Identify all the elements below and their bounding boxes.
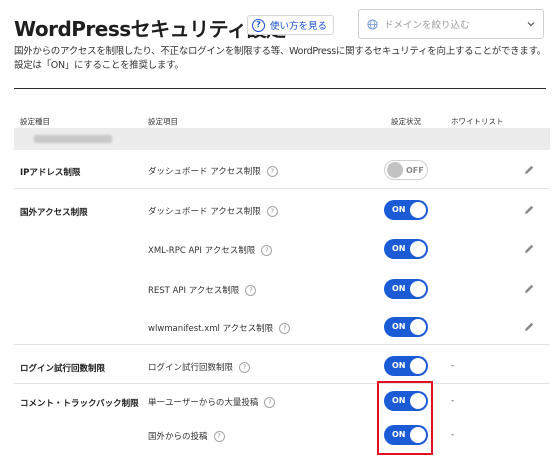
row-divider — [14, 188, 550, 189]
pencil-icon[interactable] — [523, 283, 535, 295]
toggle-state-label: OFF — [406, 166, 424, 175]
setting-item-label: wlwmanifest.xml アクセス制限? — [148, 322, 291, 334]
help-link[interactable]: ? 使い方を見る — [247, 15, 335, 35]
page-description: 国外からのアクセスを制限したり、不正なログインを制限する等、WordPressに… — [14, 45, 550, 73]
toggle-knob — [387, 162, 403, 178]
setting-item-label: REST API アクセス制限? — [148, 284, 257, 296]
toggle-switch[interactable]: ON — [384, 239, 428, 259]
setting-item-label: 国外からの投稿? — [148, 430, 225, 442]
category-comment-trackback: コメント・トラックバック制限 — [20, 399, 139, 409]
pencil-icon[interactable] — [523, 204, 535, 216]
domain-name-redacted — [34, 135, 112, 143]
toggle-knob — [410, 319, 426, 335]
column-header-item: 設定項目 — [148, 117, 178, 126]
description-line-2: 設定は「ON」にすることを推奨します。 — [14, 60, 184, 71]
question-circle-icon[interactable]: ? — [279, 322, 291, 334]
category-login-attempts: ログイン試行回数制限 — [20, 364, 106, 374]
setting-item-label: 単一ユーザーからの大量投稿? — [148, 396, 276, 408]
setting-item-label: XML-RPC API アクセス制限? — [148, 244, 273, 256]
help-link-label: 使い方を見る — [270, 21, 328, 32]
page-title: WordPressセキュリティ設定 — [14, 17, 286, 41]
whitelist-value: - — [451, 396, 455, 406]
question-circle-icon[interactable]: ? — [245, 284, 257, 296]
row-divider — [14, 344, 550, 345]
row-divider — [14, 383, 550, 384]
domain-filter-placeholder: ドメインを絞り込む — [384, 20, 470, 31]
toggle-state-label: ON — [392, 205, 406, 214]
setting-item-label: ダッシュボード アクセス制限? — [148, 165, 278, 177]
toggle-knob — [410, 358, 426, 374]
setting-item-label: ダッシュボード アクセス制限? — [148, 205, 278, 217]
highlight-annotation — [377, 381, 433, 455]
category-foreign-access: 国外アクセス制限 — [20, 208, 88, 218]
question-circle-icon: ? — [252, 18, 265, 32]
question-circle-icon[interactable]: ? — [266, 165, 278, 177]
toggle-knob — [410, 281, 426, 297]
pencil-icon[interactable] — [523, 321, 535, 333]
question-circle-icon[interactable]: ? — [239, 361, 251, 373]
toggle-state-label: ON — [392, 322, 406, 331]
setting-item-label: ログイン試行回数制限? — [148, 361, 251, 373]
toggle-switch[interactable]: ON — [384, 200, 428, 220]
category-ip-restriction: IPアドレス制限 — [20, 168, 81, 178]
toggle-state-label: ON — [392, 284, 406, 293]
toggle-switch[interactable]: ON — [384, 317, 428, 337]
globe-icon — [367, 18, 378, 30]
toggle-knob — [410, 241, 426, 257]
question-circle-icon[interactable]: ? — [266, 205, 278, 217]
column-header-whitelist: ホワイトリスト — [451, 117, 504, 126]
domain-filter-select[interactable]: ドメインを絞り込む — [358, 9, 544, 39]
toggle-knob — [410, 202, 426, 218]
question-circle-icon[interactable]: ? — [213, 430, 225, 442]
toggle-switch[interactable]: ON — [384, 279, 428, 299]
pencil-icon[interactable] — [523, 243, 535, 255]
question-circle-icon[interactable]: ? — [261, 244, 273, 256]
header-divider — [14, 88, 546, 89]
whitelist-value: - — [451, 361, 455, 371]
pencil-icon[interactable] — [523, 164, 535, 176]
question-circle-icon[interactable]: ? — [264, 396, 276, 408]
toggle-switch[interactable]: OFF — [384, 160, 428, 180]
toggle-state-label: ON — [392, 244, 406, 253]
toggle-switch[interactable]: ON — [384, 356, 428, 376]
toggle-state-label: ON — [392, 361, 406, 370]
whitelist-value: - — [451, 430, 455, 440]
column-header-status: 設定状況 — [391, 117, 421, 126]
column-header-category: 設定種目 — [20, 117, 50, 126]
domain-row — [14, 128, 550, 150]
description-line-1: 国外からのアクセスを制限したり、不正なログインを制限する等、WordPressに… — [14, 46, 546, 57]
chevron-down-icon — [527, 22, 535, 27]
